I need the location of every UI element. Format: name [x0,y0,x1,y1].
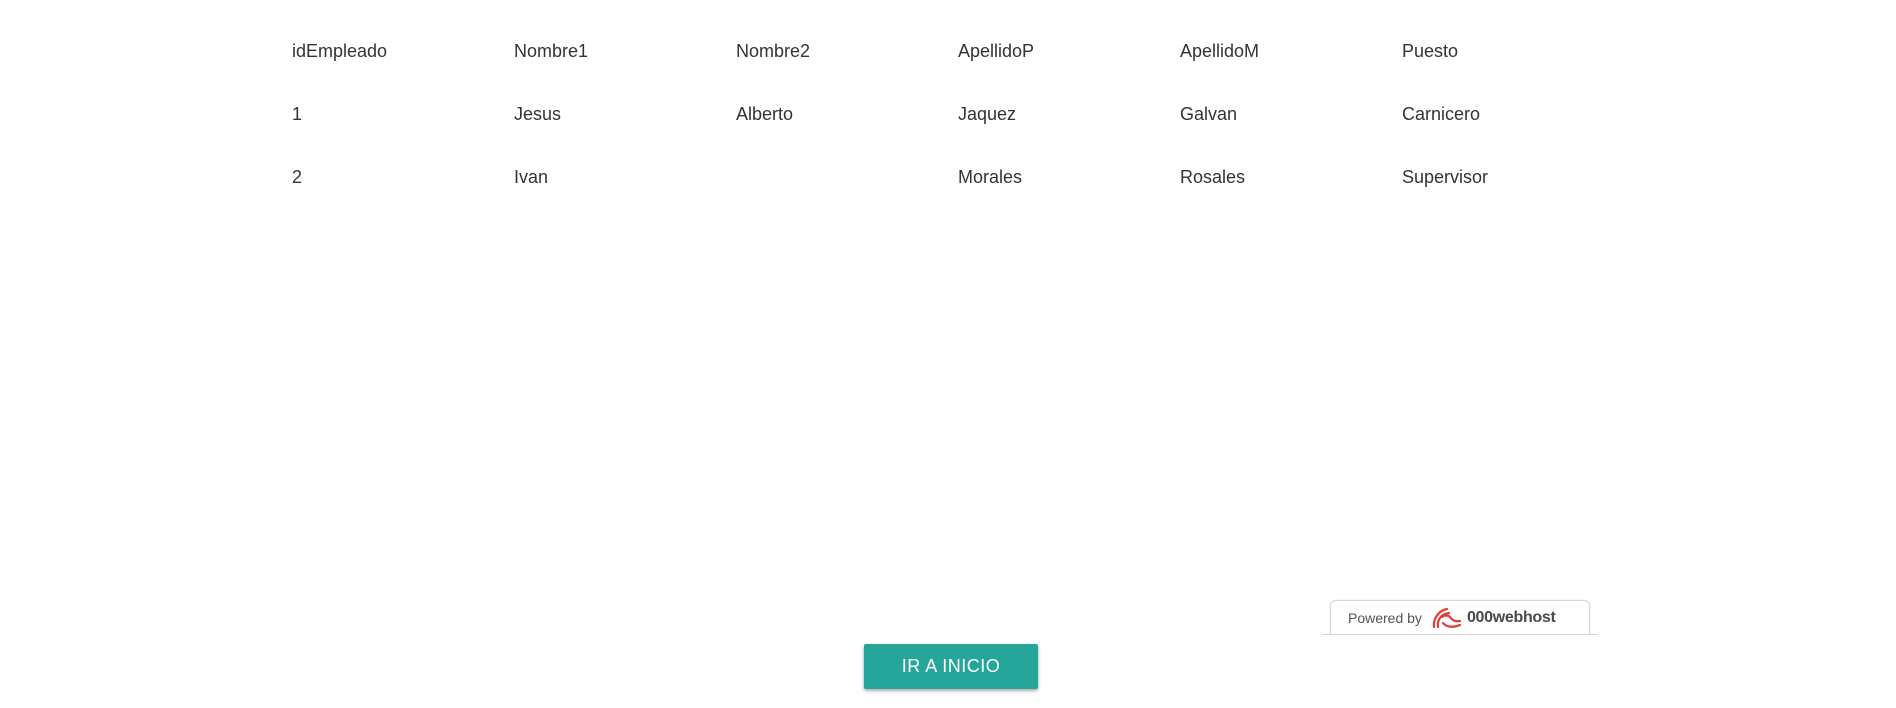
header-nombre1: Nombre1 [514,41,589,61]
table-row: 1 Jesus Alberto Jaquez Galvan Carnicero [292,83,1622,146]
go-home-button[interactable]: IR A INICIO [864,644,1038,689]
cell-nombre2 [736,146,958,209]
powered-by-badge[interactable]: Powered by 000webhost [1330,600,1590,634]
table-row: 2 Ivan Morales Rosales Supervisor [292,146,1622,209]
cell-apellidop: Morales [958,167,1023,187]
000webhost-logo-icon [1430,605,1462,631]
table-header: idEmpleado Nombre1 Nombre2 ApellidoP Ape… [292,20,1622,83]
brand-name: 000webhost [1466,608,1556,626]
header-puesto: Puesto [1402,41,1459,61]
badge-divider [1322,634,1598,635]
employees-table: idEmpleado Nombre1 Nombre2 ApellidoP Ape… [292,20,1622,209]
cell-apellidom: Galvan [1180,104,1238,124]
cell-nombre2: Alberto [736,104,794,124]
header-nombre2: Nombre2 [736,41,811,61]
cell-idempleado: 2 [292,167,303,187]
cell-idempleado: 1 [292,104,303,124]
cell-apellidop: Jaquez [958,104,1017,124]
cell-nombre1: Jesus [514,104,562,124]
header-apellidop: ApellidoP [958,41,1035,61]
header-row: idEmpleado Nombre1 Nombre2 ApellidoP Ape… [292,20,1622,83]
table-body: 1 Jesus Alberto Jaquez Galvan Carnicero … [292,83,1622,209]
powered-by-label: Powered by [1348,609,1422,626]
header-apellidom: ApellidoM [1180,41,1260,61]
cell-puesto: Supervisor [1402,167,1489,187]
cell-apellidom: Rosales [1180,167,1246,187]
cell-nombre1: Ivan [514,167,549,187]
cell-puesto: Carnicero [1402,104,1481,124]
header-idempleado: idEmpleado [292,41,388,61]
